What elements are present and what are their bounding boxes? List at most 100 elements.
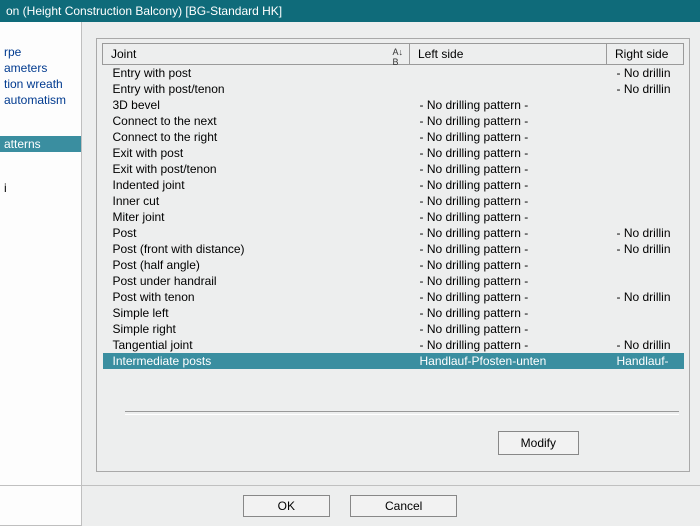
table-row[interactable]: Exit with post/tenon- No drilling patter… bbox=[103, 161, 684, 177]
table-row[interactable]: Post (front with distance)- No drilling … bbox=[103, 241, 684, 257]
table-row[interactable]: Miter joint- No drilling pattern - bbox=[103, 209, 684, 225]
cell-right bbox=[607, 177, 684, 193]
cell-left: - No drilling pattern - bbox=[410, 241, 607, 257]
cell-left: - No drilling pattern - bbox=[410, 129, 607, 145]
cell-right bbox=[607, 257, 684, 273]
cell-left: - No drilling pattern - bbox=[410, 305, 607, 321]
table-row[interactable]: Post under handrail- No drilling pattern… bbox=[103, 273, 684, 289]
cell-right bbox=[607, 273, 684, 289]
table-row[interactable]: Post- No drilling pattern -- No drillin bbox=[103, 225, 684, 241]
cell-joint: Post under handrail bbox=[103, 273, 410, 289]
cell-left: - No drilling pattern - bbox=[410, 113, 607, 129]
cell-left: - No drilling pattern - bbox=[410, 177, 607, 193]
cell-left: - No drilling pattern - bbox=[410, 161, 607, 177]
sort-icon[interactable]: A↓B bbox=[392, 47, 403, 67]
joint-table-wrap: Joint A↓B Left side Right side Entry wit… bbox=[102, 43, 684, 401]
cell-left: Handlauf-Pfosten-unten bbox=[410, 353, 607, 369]
cell-right bbox=[607, 97, 684, 113]
sidebar-item[interactable]: i bbox=[0, 180, 81, 196]
main-panel: Joint A↓B Left side Right side Entry wit… bbox=[96, 38, 690, 472]
cell-left bbox=[410, 81, 607, 97]
cell-left: - No drilling pattern - bbox=[410, 273, 607, 289]
column-label: Right side bbox=[615, 47, 668, 61]
cell-left: - No drilling pattern - bbox=[410, 337, 607, 353]
table-row[interactable]: Exit with post- No drilling pattern - bbox=[103, 145, 684, 161]
window-title: on (Height Construction Balcony) [BG-Sta… bbox=[0, 0, 700, 22]
cell-joint: Post (front with distance) bbox=[103, 241, 410, 257]
cell-right: - No drillin bbox=[607, 225, 684, 241]
sidebar-item[interactable]: rpe bbox=[0, 44, 81, 60]
cell-left: - No drilling pattern - bbox=[410, 97, 607, 113]
table-row[interactable]: Simple left- No drilling pattern - bbox=[103, 305, 684, 321]
cell-left: - No drilling pattern - bbox=[410, 145, 607, 161]
table-row[interactable]: Connect to the next- No drilling pattern… bbox=[103, 113, 684, 129]
ok-button[interactable]: OK bbox=[243, 495, 330, 517]
cell-joint: Entry with post bbox=[103, 65, 410, 82]
cell-joint: Entry with post/tenon bbox=[103, 81, 410, 97]
cell-joint: Tangential joint bbox=[103, 337, 410, 353]
cell-left: - No drilling pattern - bbox=[410, 225, 607, 241]
sidebar-gap bbox=[0, 152, 81, 166]
column-header-left[interactable]: Left side bbox=[410, 44, 607, 65]
cell-right: - No drillin bbox=[607, 337, 684, 353]
sidebar-item[interactable]: automatism bbox=[0, 92, 81, 108]
cell-joint: 3D bevel bbox=[103, 97, 410, 113]
column-label: Left side bbox=[418, 47, 463, 61]
cell-right: Handlauf- bbox=[607, 353, 684, 369]
cell-right bbox=[607, 321, 684, 337]
cell-joint: Exit with post bbox=[103, 145, 410, 161]
cell-joint: Connect to the right bbox=[103, 129, 410, 145]
column-header-joint[interactable]: Joint A↓B bbox=[103, 44, 410, 65]
cell-left: - No drilling pattern - bbox=[410, 321, 607, 337]
cell-joint: Exit with post/tenon bbox=[103, 161, 410, 177]
cell-right bbox=[607, 129, 684, 145]
column-header-right[interactable]: Right side bbox=[607, 44, 684, 65]
table-row[interactable]: Intermediate postsHandlauf-Pfosten-unten… bbox=[103, 353, 684, 369]
cell-joint: Simple right bbox=[103, 321, 410, 337]
table-row[interactable]: Tangential joint- No drilling pattern --… bbox=[103, 337, 684, 353]
modify-button[interactable]: Modify bbox=[498, 431, 579, 455]
table-row[interactable]: Inner cut- No drilling pattern - bbox=[103, 193, 684, 209]
table-row[interactable]: Entry with post/tenon - No drillin bbox=[103, 81, 684, 97]
cell-right: - No drillin bbox=[607, 241, 684, 257]
sidebar-item[interactable]: tion wreath bbox=[0, 76, 81, 92]
table-row[interactable]: Connect to the right- No drilling patter… bbox=[103, 129, 684, 145]
cell-joint: Post with tenon bbox=[103, 289, 410, 305]
cell-right: - No drillin bbox=[607, 289, 684, 305]
sidebar-gap bbox=[0, 166, 81, 180]
column-label: Joint bbox=[111, 47, 136, 61]
joint-table: Joint A↓B Left side Right side Entry wit… bbox=[102, 43, 684, 369]
table-row[interactable]: Indented joint- No drilling pattern - bbox=[103, 177, 684, 193]
cell-left: - No drilling pattern - bbox=[410, 257, 607, 273]
table-row[interactable]: Post (half angle)- No drilling pattern - bbox=[103, 257, 684, 273]
cell-joint: Post bbox=[103, 225, 410, 241]
cell-left: - No drilling pattern - bbox=[410, 193, 607, 209]
table-row[interactable]: Post with tenon- No drilling pattern -- … bbox=[103, 289, 684, 305]
sidebar-nav: rpeameterstion wreathautomatism atterns i bbox=[0, 22, 82, 526]
sidebar-gap bbox=[0, 122, 81, 136]
cell-left: - No drilling pattern - bbox=[410, 209, 607, 225]
sidebar-item[interactable]: ameters bbox=[0, 60, 81, 76]
separator bbox=[125, 411, 679, 415]
cell-joint: Miter joint bbox=[103, 209, 410, 225]
cell-joint: Connect to the next bbox=[103, 113, 410, 129]
dialog-button-bar: OK Cancel bbox=[0, 485, 700, 526]
cell-right bbox=[607, 161, 684, 177]
cell-joint: Indented joint bbox=[103, 177, 410, 193]
cell-right bbox=[607, 145, 684, 161]
cell-right bbox=[607, 193, 684, 209]
cell-left bbox=[410, 65, 607, 82]
cell-right bbox=[607, 113, 684, 129]
table-row[interactable]: 3D bevel- No drilling pattern - bbox=[103, 97, 684, 113]
cancel-button[interactable]: Cancel bbox=[350, 495, 457, 517]
cell-right bbox=[607, 305, 684, 321]
cell-joint: Post (half angle) bbox=[103, 257, 410, 273]
cell-joint: Simple left bbox=[103, 305, 410, 321]
cell-right bbox=[607, 209, 684, 225]
cell-right: - No drillin bbox=[607, 65, 684, 82]
table-row[interactable]: Simple right- No drilling pattern - bbox=[103, 321, 684, 337]
cell-joint: Inner cut bbox=[103, 193, 410, 209]
cell-right: - No drillin bbox=[607, 81, 684, 97]
cell-joint: Intermediate posts bbox=[103, 353, 410, 369]
sidebar-item[interactable]: atterns bbox=[0, 136, 81, 152]
